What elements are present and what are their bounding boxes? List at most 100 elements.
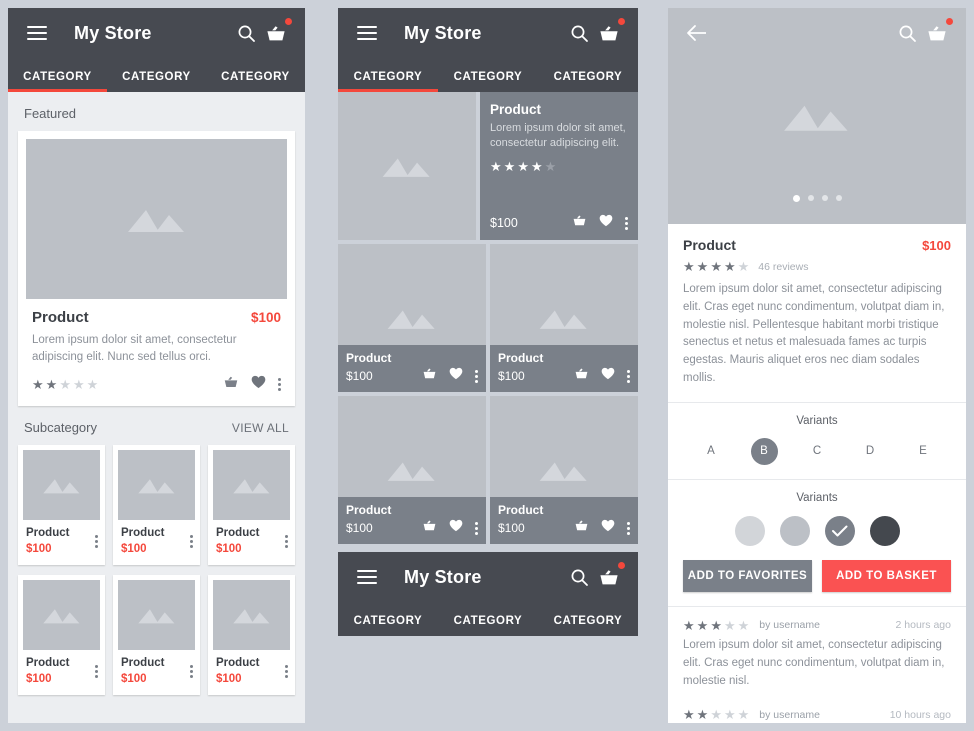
- tab-category-2[interactable]: CATEGORY: [206, 71, 305, 92]
- kebab-menu-icon[interactable]: [627, 521, 630, 535]
- review-timestamp: 10 hours ago: [889, 708, 951, 721]
- tab-category-2[interactable]: CATEGORY: [538, 615, 638, 636]
- app-bar-top-row: My Store: [338, 552, 638, 602]
- image-placeholder-icon: [127, 210, 184, 232]
- add-to-basket-button[interactable]: ADD TO BASKET: [822, 559, 951, 592]
- carousel-dots[interactable]: [668, 195, 966, 202]
- app-title: My Store: [404, 566, 482, 587]
- product-tile[interactable]: Product $100: [490, 244, 638, 392]
- kebab-menu-icon[interactable]: [475, 521, 478, 535]
- basket-badge: [618, 562, 625, 569]
- hamburger-icon[interactable]: [352, 18, 382, 48]
- carousel-dot[interactable]: [792, 195, 800, 202]
- search-icon[interactable]: [892, 18, 922, 48]
- tab-category-1[interactable]: CATEGORY: [438, 615, 538, 636]
- basket-icon[interactable]: [422, 367, 437, 385]
- basket-icon[interactable]: [223, 375, 239, 394]
- carousel-dot[interactable]: [821, 195, 828, 201]
- featured-product-tile[interactable]: Product Lorem ipsum dolor sit amet, cons…: [480, 92, 638, 240]
- heart-icon[interactable]: [449, 519, 463, 537]
- kebab-menu-icon[interactable]: [278, 378, 281, 392]
- kebab-menu-icon[interactable]: [95, 665, 98, 679]
- variant-option-C[interactable]: C: [804, 438, 831, 465]
- basket-icon[interactable]: [572, 214, 587, 232]
- app-bar-mid-bottom: My Store CATEGORY CATEGORY CATEGORY: [338, 552, 638, 636]
- kebab-menu-icon[interactable]: [190, 535, 193, 549]
- heart-icon[interactable]: [251, 375, 266, 394]
- search-icon[interactable]: [231, 18, 261, 48]
- basket-icon[interactable]: [594, 562, 625, 592]
- back-arrow-icon[interactable]: [682, 18, 712, 48]
- variant-swatch-1[interactable]: [779, 515, 810, 546]
- basket-icon[interactable]: [422, 519, 437, 537]
- basket-icon[interactable]: [594, 18, 625, 48]
- variant-option-A[interactable]: A: [698, 438, 725, 465]
- screenshot-stage: My Store CATEGORY CATEGORY CATEGORY Feat…: [0, 0, 974, 731]
- search-icon[interactable]: [564, 18, 594, 48]
- product-tile[interactable]: Product $100: [113, 445, 200, 566]
- variant-option-E[interactable]: E: [910, 438, 937, 465]
- product-image-placeholder: [213, 450, 290, 521]
- add-to-favorites-button[interactable]: ADD TO FAVORITES: [683, 559, 812, 592]
- kebab-menu-icon[interactable]: [475, 369, 478, 383]
- product-image-placeholder: [118, 450, 195, 521]
- kebab-menu-icon[interactable]: [190, 665, 193, 679]
- variant-option-B[interactable]: B: [750, 437, 778, 465]
- panel-category-list: My Store CATEGORY CATEGORY CATEGORY Feat…: [8, 8, 305, 723]
- variant-swatch-0[interactable]: [734, 515, 765, 546]
- heart-icon[interactable]: [449, 367, 463, 385]
- heart-icon[interactable]: [599, 214, 613, 232]
- tab-category-1[interactable]: CATEGORY: [438, 71, 538, 92]
- variant-option-D[interactable]: D: [857, 438, 884, 465]
- product-name: Product: [346, 503, 392, 517]
- basket-icon[interactable]: [574, 519, 589, 537]
- kebab-menu-icon[interactable]: [625, 216, 628, 230]
- kebab-menu-icon[interactable]: [627, 369, 630, 383]
- product-tile-caption: Product $100: [338, 345, 486, 392]
- product-image-placeholder: [213, 580, 290, 651]
- product-name: Product: [26, 527, 70, 540]
- image-placeholder-icon: [42, 609, 79, 624]
- basket-icon[interactable]: [574, 367, 589, 385]
- product-tile[interactable]: Product $100: [208, 575, 295, 696]
- product-tile[interactable]: Product $100: [338, 396, 486, 544]
- basket-icon[interactable]: [922, 18, 953, 48]
- detail-app-bar: [668, 8, 966, 58]
- tile-footer: $100: [490, 214, 628, 232]
- carousel-dot[interactable]: [807, 195, 814, 201]
- app-bar-left: My Store CATEGORY CATEGORY CATEGORY: [8, 8, 305, 92]
- product-grid-row: Product $100 Product $100: [338, 244, 638, 392]
- app-bar-top-row: My Store: [8, 8, 305, 58]
- product-tile[interactable]: Product $100: [18, 575, 105, 696]
- product-price: $100: [922, 238, 951, 253]
- product-tile[interactable]: Product $100: [18, 445, 105, 566]
- heart-icon[interactable]: [601, 367, 615, 385]
- carousel-dot[interactable]: [835, 195, 842, 201]
- product-tile-caption: Product $100: [338, 497, 486, 544]
- image-placeholder-icon: [539, 462, 587, 481]
- variant-swatch-2[interactable]: [824, 515, 855, 546]
- kebab-menu-icon[interactable]: [285, 535, 288, 549]
- product-tile-image[interactable]: [338, 92, 476, 240]
- view-all-link[interactable]: VIEW ALL: [232, 421, 289, 435]
- featured-product-card[interactable]: Product $100 Lorem ipsum dolor sit amet,…: [18, 131, 295, 407]
- basket-icon[interactable]: [261, 18, 292, 48]
- product-tile[interactable]: Product $100: [338, 244, 486, 392]
- kebab-menu-icon[interactable]: [285, 665, 288, 679]
- hamburger-icon[interactable]: [22, 18, 52, 48]
- product-hero-carousel[interactable]: [668, 8, 966, 224]
- product-tile[interactable]: Product $100: [490, 396, 638, 544]
- tab-category-1[interactable]: CATEGORY: [107, 71, 206, 92]
- product-tile[interactable]: Product $100: [113, 575, 200, 696]
- tile-action-icons: [422, 519, 478, 537]
- hamburger-icon[interactable]: [352, 562, 382, 592]
- heart-icon[interactable]: [601, 519, 615, 537]
- product-tile[interactable]: Product $100: [208, 445, 295, 566]
- tab-category-2[interactable]: CATEGORY: [538, 71, 638, 92]
- tab-category-0[interactable]: CATEGORY: [338, 615, 438, 636]
- subcategory-section-header: Subcategory VIEW ALL: [8, 406, 305, 445]
- search-icon[interactable]: [564, 562, 594, 592]
- kebab-menu-icon[interactable]: [95, 535, 98, 549]
- variant-swatch-3[interactable]: [869, 515, 900, 546]
- product-name: Product: [26, 657, 70, 670]
